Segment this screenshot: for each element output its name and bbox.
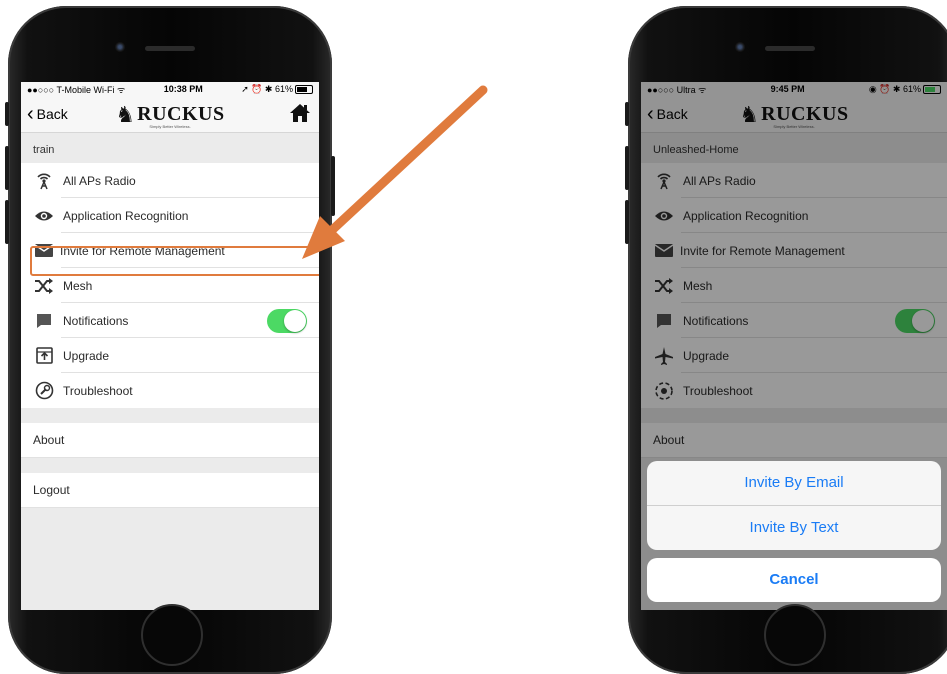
action-sheet: Invite By Email Invite By Text Cancel bbox=[647, 461, 941, 602]
earpiece bbox=[765, 46, 815, 51]
invite-by-email-button[interactable]: Invite By Email bbox=[647, 461, 941, 505]
right-screen: ●●○○○ Ultra ᯤ 9:45 PM ◉ ⏰ ✱ 61% ‹ Back ♞… bbox=[641, 82, 947, 610]
front-camera bbox=[735, 42, 745, 52]
volume-up-button bbox=[625, 146, 629, 190]
cancel-button[interactable]: Cancel bbox=[647, 558, 941, 602]
mute-switch bbox=[625, 102, 629, 126]
invite-by-text-button[interactable]: Invite By Text bbox=[647, 505, 941, 550]
arrow-icon bbox=[302, 85, 488, 259]
volume-down-button bbox=[625, 200, 629, 244]
action-sheet-options: Invite By Email Invite By Text bbox=[647, 461, 941, 550]
home-button[interactable] bbox=[764, 604, 826, 666]
right-phone: ●●○○○ Ultra ᯤ 9:45 PM ◉ ⏰ ✱ 61% ‹ Back ♞… bbox=[625, 6, 947, 674]
